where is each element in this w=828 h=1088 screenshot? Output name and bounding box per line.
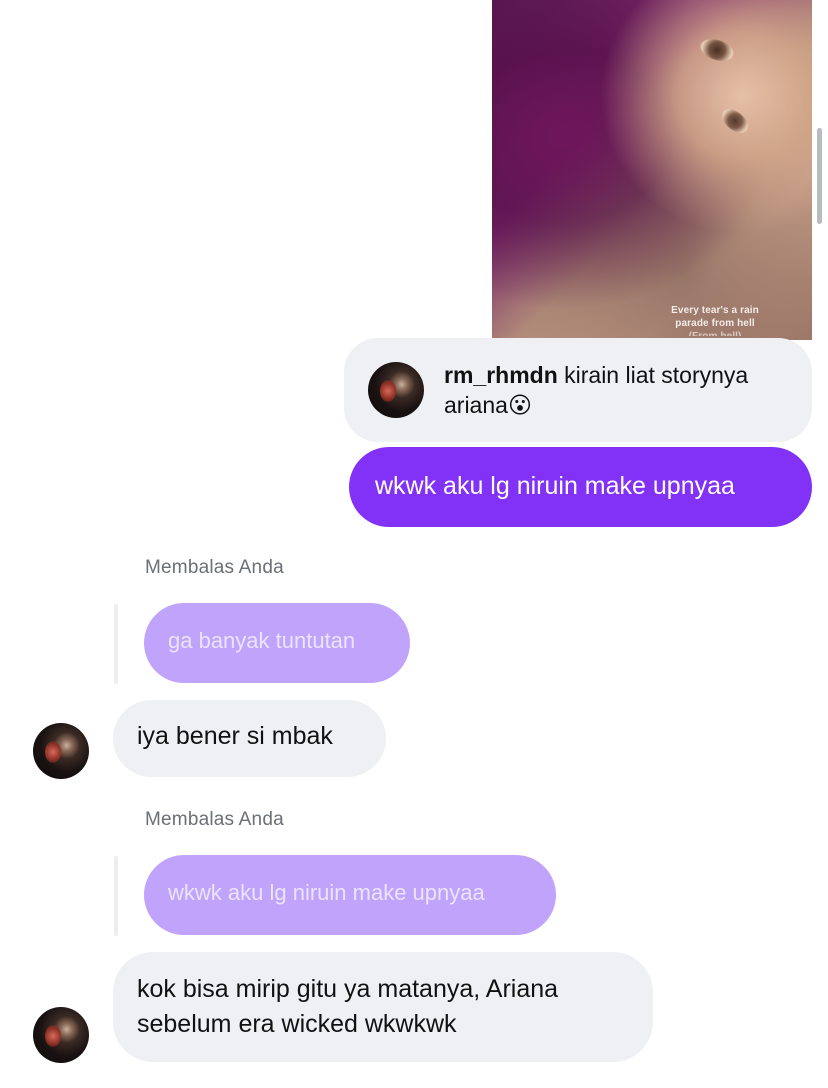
message-text: wkwk aku lg niruin make upnyaa <box>375 472 735 500</box>
story-caption: Every tear's a rain parade from hell (Fr… <box>660 304 770 336</box>
story-image[interactable]: Every tear's a rain parade from hell (Fr… <box>492 0 812 340</box>
outgoing-message-bubble[interactable]: wkwk aku lg niruin make upnyaa <box>349 447 812 527</box>
story-photo-layer <box>492 0 812 340</box>
quote-bar <box>114 856 118 936</box>
quoted-message-bubble[interactable]: wkwk aku lg niruin make upnyaa <box>144 855 556 935</box>
story-caption-line: parade from hell <box>675 318 755 329</box>
incoming-message-bubble[interactable]: iya bener si mbak <box>113 700 386 777</box>
story-caption-line: Every tear's a rain <box>671 305 759 316</box>
story-reply-card[interactable]: rm_rhmdn kirain liat storynya ariana😮 <box>344 338 812 442</box>
scrollbar[interactable] <box>817 128 822 224</box>
avatar-face <box>380 380 396 402</box>
avatar[interactable] <box>33 1007 89 1063</box>
story-reply-username[interactable]: rm_rhmdn <box>444 362 558 388</box>
quoted-message-bubble[interactable]: ga banyak tuntutan <box>144 603 410 683</box>
quoted-text: ga banyak tuntutan <box>168 628 356 653</box>
avatar-face <box>45 741 61 763</box>
avatar[interactable] <box>33 723 89 779</box>
avatar[interactable] <box>368 362 424 418</box>
avatar-face <box>45 1025 61 1047</box>
message-text: iya bener si mbak <box>137 722 333 750</box>
message-text-line: kok bisa mirip gitu ya matanya, Ariana <box>137 975 559 1003</box>
reply-label: Membalas Anda <box>145 809 284 830</box>
story-reply-text: rm_rhmdn kirain liat storynya ariana😮 <box>444 360 794 420</box>
incoming-message-bubble[interactable]: kok bisa mirip gitu ya matanya, Ariana s… <box>113 952 653 1062</box>
quoted-text: wkwk aku lg niruin make upnyaa <box>168 880 485 905</box>
surprised-emoji-icon: 😮 <box>507 392 532 418</box>
story-caption-line: (From hell) <box>660 330 770 336</box>
reply-label: Membalas Anda <box>145 557 284 578</box>
quote-bar <box>114 604 118 684</box>
message-text-line: sebelum era wicked wkwkwk <box>137 1010 457 1038</box>
